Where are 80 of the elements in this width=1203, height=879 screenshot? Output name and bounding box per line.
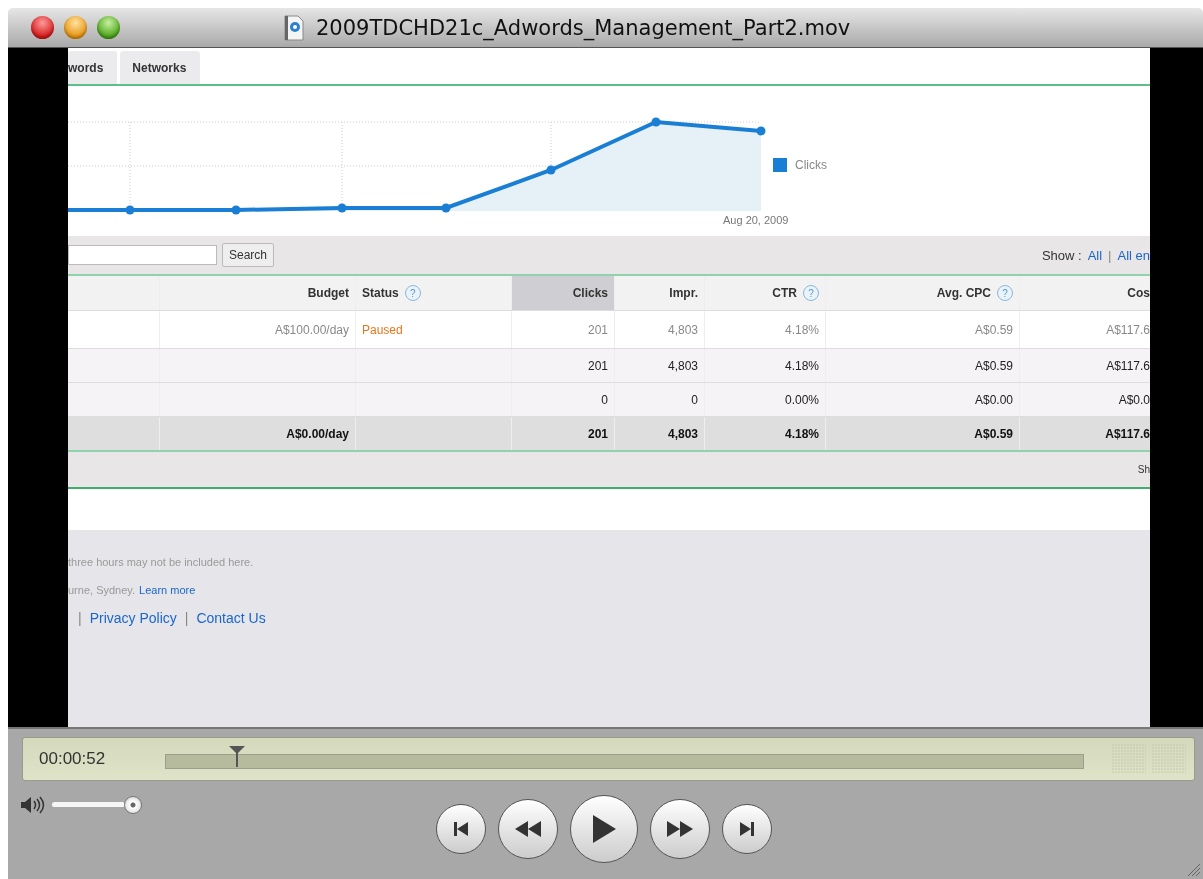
- header-label: Status: [362, 286, 399, 300]
- footer-link[interactable]: Privacy Policy: [89, 610, 177, 626]
- skip-forward-button[interactable]: [722, 804, 772, 854]
- separator: |: [1108, 247, 1112, 263]
- separator: |: [184, 610, 189, 626]
- column-header[interactable]: Avg. CPC ?: [826, 276, 1020, 310]
- separator: |: [78, 610, 82, 626]
- header-label: Cos: [1127, 286, 1150, 300]
- table-cell: 4,803: [667, 358, 698, 373]
- pager-text: Sh: [1137, 464, 1150, 475]
- header-label: Avg. CPC: [936, 286, 991, 300]
- table-cell: 0: [601, 392, 608, 407]
- header-label: Budget: [307, 286, 349, 300]
- column-header[interactable]: Clicks: [512, 276, 615, 310]
- column-header[interactable]: Cos: [1020, 276, 1150, 310]
- volume-thumb[interactable]: [124, 796, 142, 814]
- header-label: CTR: [772, 286, 797, 300]
- search-button[interactable]: Search: [222, 243, 275, 267]
- tab[interactable]: Networks: [120, 51, 201, 84]
- table-cell: A$117.6: [1106, 358, 1150, 373]
- learn-more-link[interactable]: Learn more: [139, 584, 196, 596]
- table-cell: 0: [691, 392, 698, 407]
- column-header[interactable]: Budget: [160, 276, 356, 310]
- skip-back-icon: [452, 820, 470, 838]
- minimize-button[interactable]: [64, 16, 87, 39]
- table-cell: 4.18%: [784, 358, 819, 373]
- table-cell: 4,803: [667, 322, 698, 337]
- volume-icon[interactable]: [20, 795, 46, 815]
- playhead[interactable]: [227, 745, 246, 767]
- header-label: Clicks: [572, 286, 608, 300]
- zoom-button[interactable]: [97, 16, 120, 39]
- data-point: [546, 165, 556, 175]
- table-cell: 4,803: [667, 426, 698, 441]
- volume-slider[interactable]: [52, 795, 142, 815]
- table-cell: 201: [587, 358, 608, 373]
- table-cell: A$0.0: [1118, 392, 1150, 407]
- column-header[interactable]: Impr.: [615, 276, 705, 310]
- footer-note: three hours may not be included here.: [68, 556, 255, 568]
- table-cell: 4.18%: [784, 426, 819, 441]
- data-point: [337, 203, 347, 213]
- footer-link[interactable]: Contact Us: [196, 610, 266, 626]
- table-cell: 4.18%: [784, 322, 819, 337]
- table-cell: 201: [587, 322, 608, 337]
- resize-grip-icon[interactable]: [1187, 863, 1201, 877]
- table-cell: 201: [587, 426, 608, 441]
- window-title: 2009TDCHD21c_Adwords_Management_Part2.mov: [316, 15, 851, 40]
- table-cell: A$0.59: [974, 426, 1013, 441]
- data-point: [651, 117, 661, 127]
- skip-forward-icon: [738, 820, 756, 838]
- data-point: [125, 205, 135, 215]
- play-icon: [591, 814, 617, 844]
- data-point: [231, 205, 241, 215]
- axis-label: Aug 20, 2009: [723, 214, 789, 226]
- filter-link[interactable]: All: [1087, 247, 1103, 263]
- table-cell: A$100.00/day: [274, 322, 349, 337]
- column-header[interactable]: CTR ?: [705, 276, 826, 310]
- table-cell: A$0.00/day: [286, 426, 349, 441]
- table-cell: A$0.59: [974, 358, 1013, 373]
- skip-back-button[interactable]: [436, 804, 486, 854]
- legend-swatch: [773, 158, 787, 172]
- movie-file-icon: [284, 14, 304, 41]
- legend-label: Clicks: [795, 158, 827, 172]
- close-button[interactable]: [31, 16, 54, 39]
- timezone-note: urne, Sydney.: [68, 584, 136, 596]
- data-point: [756, 126, 766, 136]
- tab[interactable]: words: [68, 51, 118, 84]
- status-label: Paused: [362, 322, 403, 337]
- table-cell: 0.00%: [784, 392, 819, 407]
- filter-link[interactable]: All en: [1117, 247, 1150, 263]
- table-cell: A$0.59: [974, 322, 1013, 337]
- fast-forward-icon: [666, 820, 694, 838]
- table-cell: A$117.6: [1106, 322, 1150, 337]
- table-cell: A$117.6: [1105, 426, 1150, 441]
- header-label: Impr.: [669, 286, 698, 300]
- search-field[interactable]: [68, 245, 217, 265]
- time-readout: 00:00:52: [39, 749, 107, 769]
- data-point: [441, 203, 451, 213]
- show-label: Show :: [1041, 247, 1082, 263]
- rewind-icon: [514, 820, 542, 838]
- table-cell: A$0.00: [974, 392, 1013, 407]
